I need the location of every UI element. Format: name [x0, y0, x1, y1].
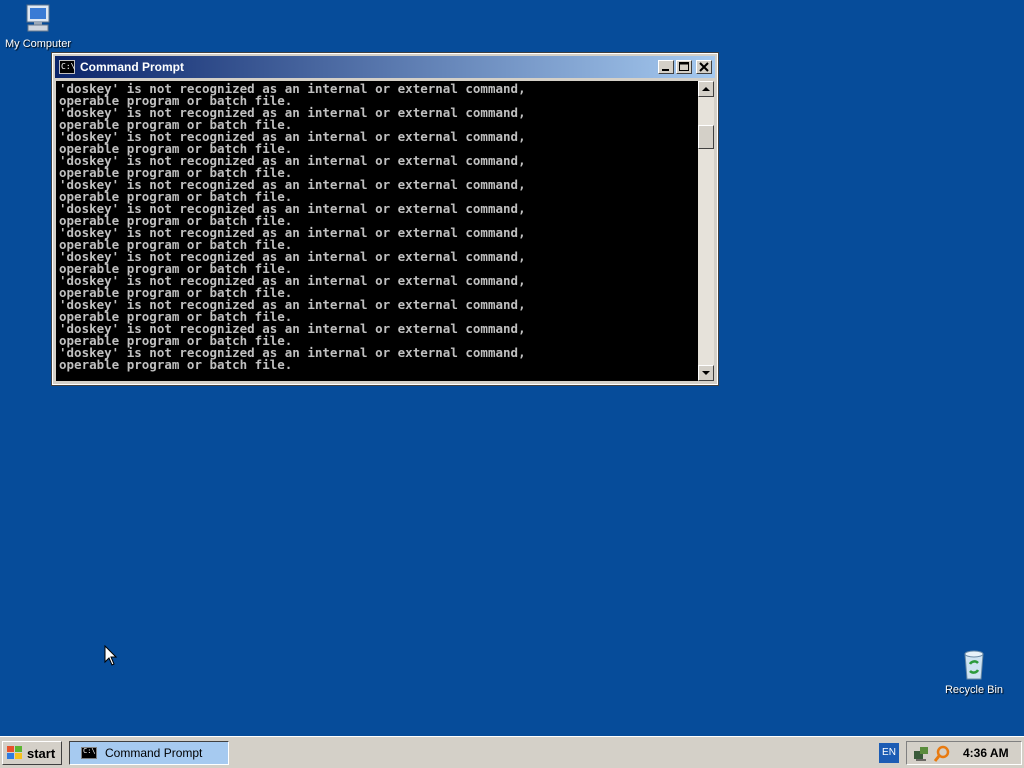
start-label: start	[27, 745, 56, 761]
start-button[interactable]: start	[2, 741, 62, 765]
console-icon: C:\	[59, 60, 75, 74]
windows-flag-icon	[6, 745, 24, 761]
desktop-icon-label: My Computer	[4, 38, 72, 50]
notification-area: 4:36 AM	[906, 741, 1022, 765]
vertical-scrollbar[interactable]	[698, 81, 714, 381]
desktop-icon-my-computer[interactable]: My Computer	[0, 2, 78, 50]
taskbar: start C:\ Command Prompt EN 4:36 AM	[0, 736, 1024, 768]
minimize-button[interactable]	[658, 60, 674, 74]
recycle-bin-icon	[957, 648, 991, 682]
search-tray-icon[interactable]	[933, 745, 951, 763]
command-prompt-window: C:\ Command Prompt 'doskey' is not recog…	[51, 52, 719, 386]
language-indicator[interactable]: EN	[879, 743, 899, 763]
maximize-button[interactable]	[676, 60, 692, 74]
taskbar-item-label: Command Prompt	[105, 746, 203, 760]
window-title: Command Prompt	[80, 60, 185, 74]
clock[interactable]: 4:36 AM	[963, 746, 1009, 760]
desktop-icon-recycle-bin[interactable]: Recycle Bin	[934, 648, 1014, 696]
scroll-down-button[interactable]	[698, 365, 714, 381]
scrollbar-thumb[interactable]	[698, 125, 714, 149]
mouse-cursor-icon	[104, 644, 118, 671]
console-output[interactable]: 'doskey' is not recognized as an interna…	[56, 81, 698, 381]
close-button[interactable]	[696, 60, 712, 74]
taskbar-item-command-prompt[interactable]: C:\ Command Prompt	[69, 741, 229, 765]
network-tray-icon[interactable]	[912, 745, 930, 763]
console-text: 'doskey' is not recognized as an interna…	[59, 81, 526, 381]
computer-icon	[21, 2, 55, 36]
system-tray: EN 4:36 AM	[876, 741, 1022, 765]
console-icon: C:\	[81, 747, 97, 759]
scroll-up-button[interactable]	[698, 81, 714, 97]
desktop-icon-label: Recycle Bin	[944, 684, 1004, 696]
window-titlebar[interactable]: C:\ Command Prompt	[55, 56, 715, 78]
